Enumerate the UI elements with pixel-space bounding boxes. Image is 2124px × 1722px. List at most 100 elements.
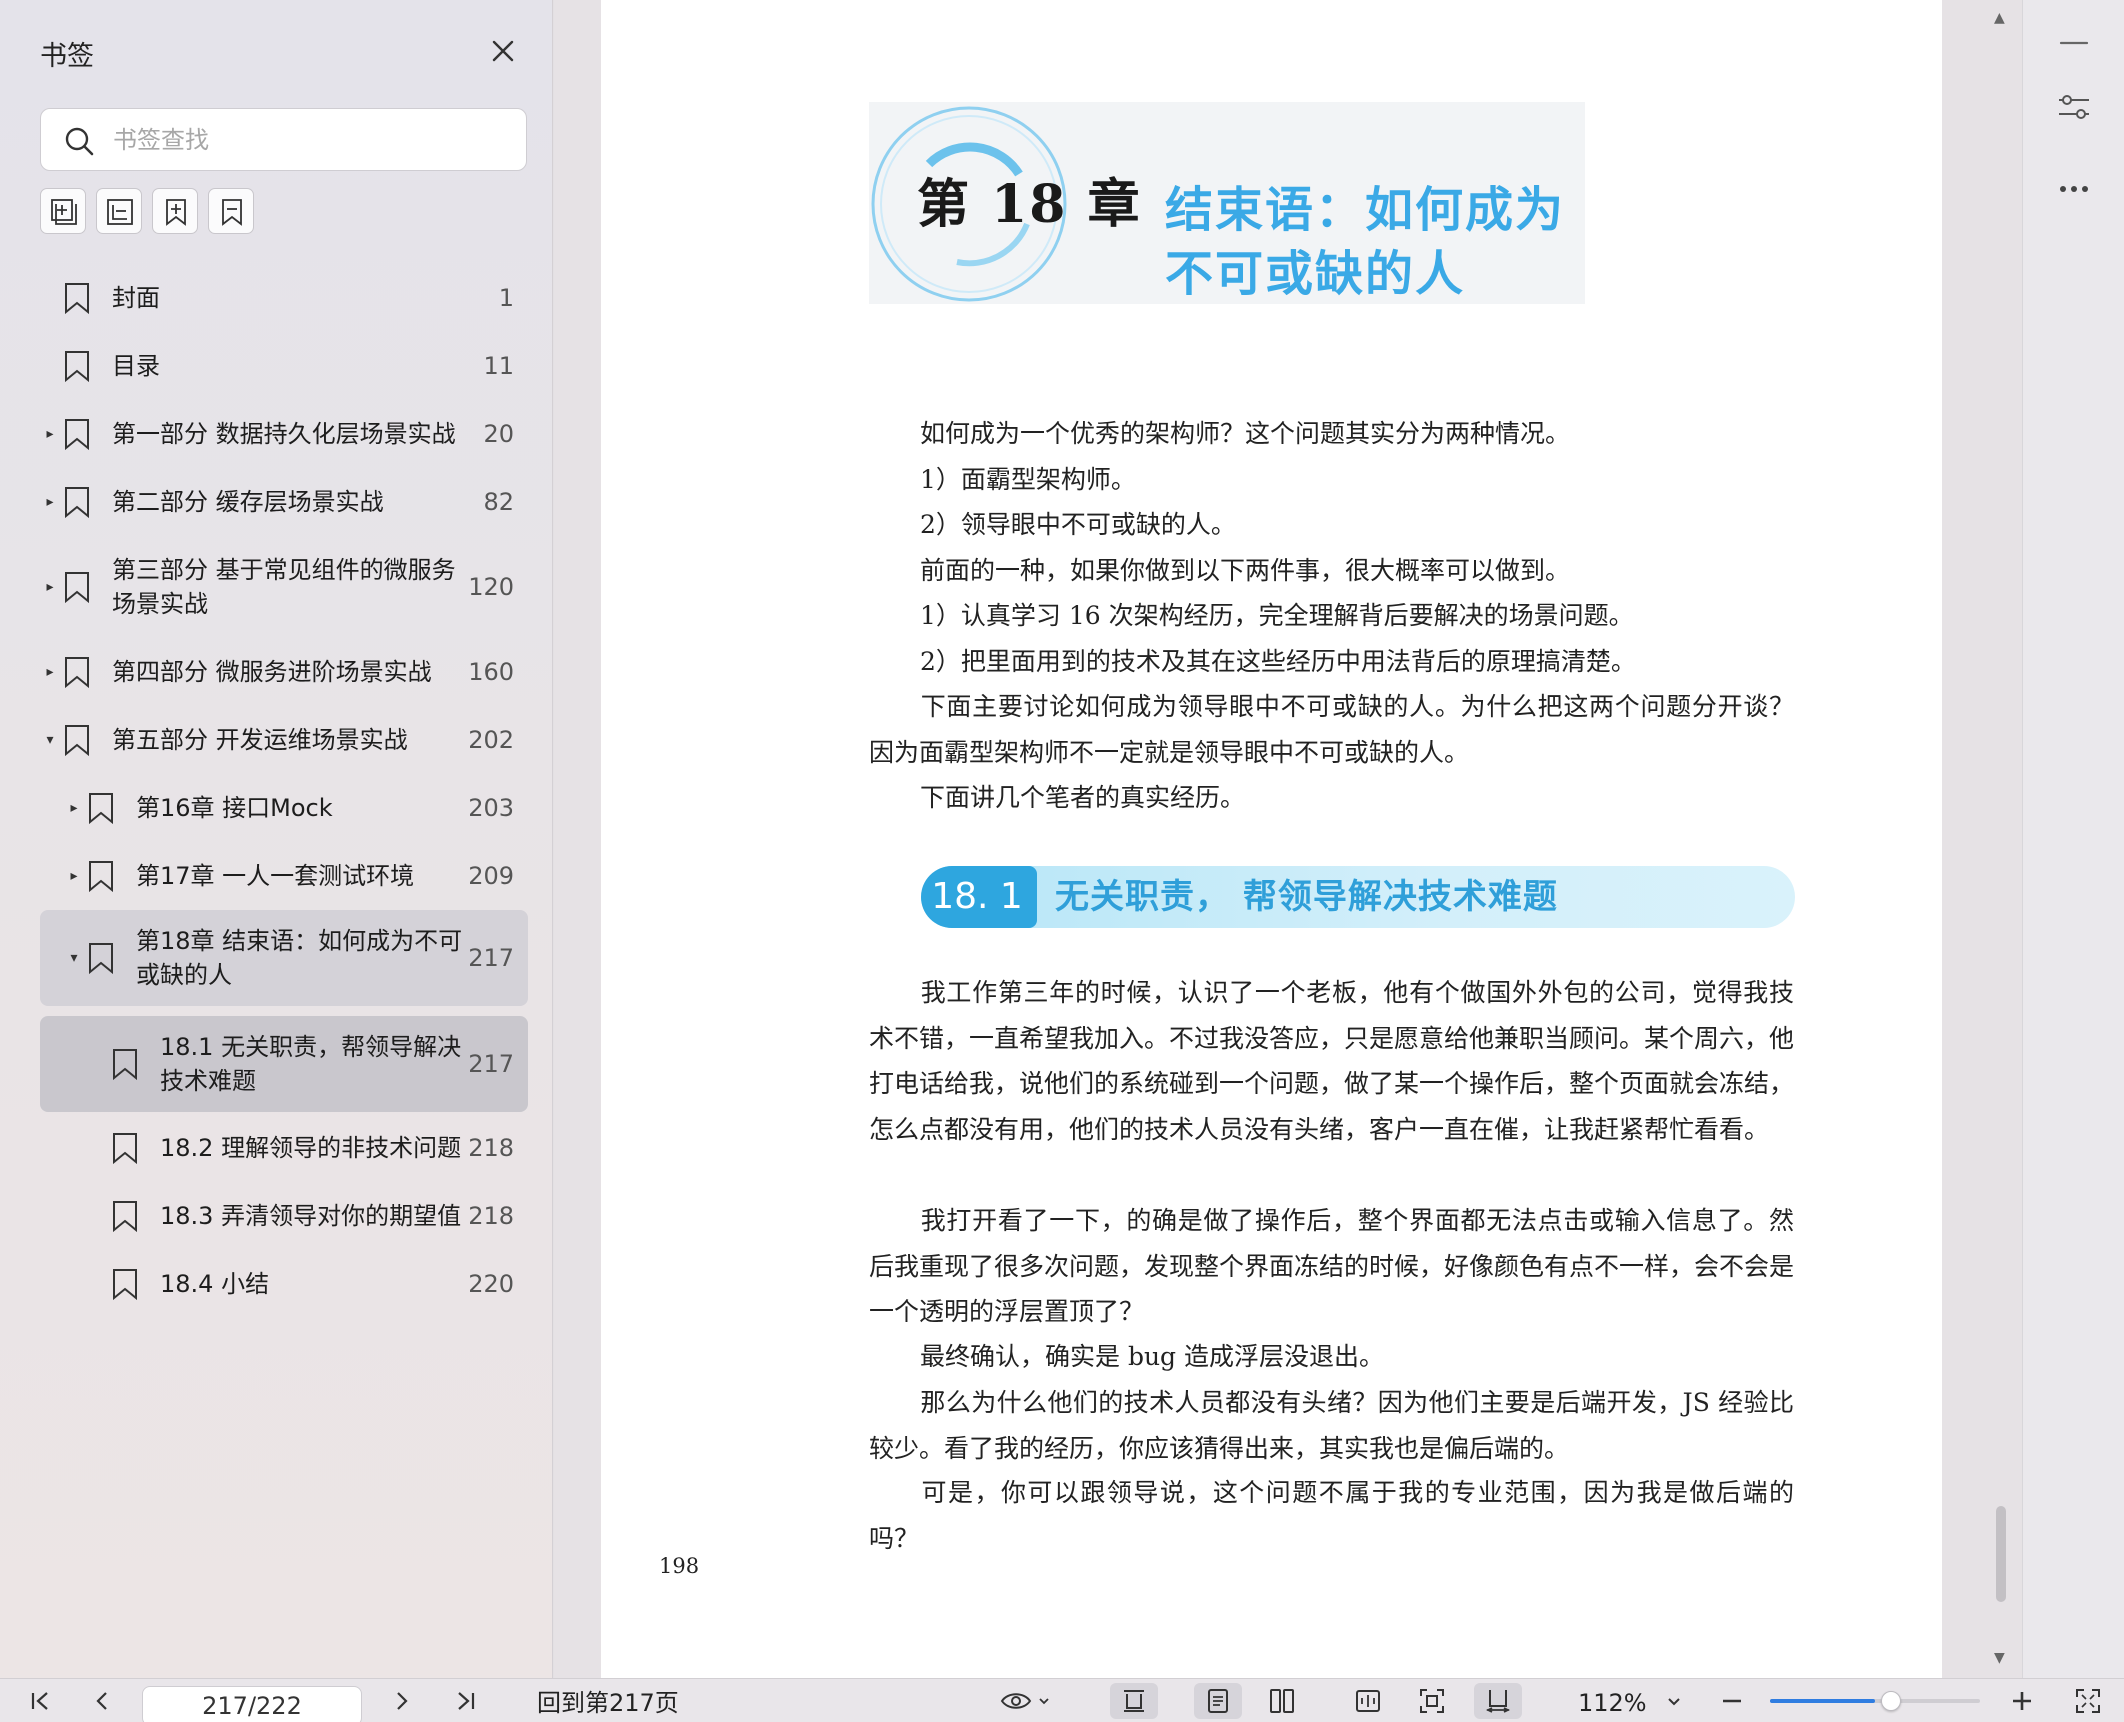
bookmark-item[interactable]: 18.2 理解领导的非技术问题 218 (40, 1114, 528, 1182)
bookmark-item[interactable]: ▸ 第17章 一人一套测试环境 209 (40, 842, 528, 910)
zoom-out-button[interactable] (1714, 1683, 1750, 1719)
expand-arrow-icon[interactable]: ▸ (66, 842, 82, 910)
book-mode-button[interactable] (1346, 1683, 1390, 1719)
add-bookmark-button[interactable] (152, 188, 198, 234)
zoom-in-button[interactable] (2004, 1683, 2040, 1719)
bookmark-search-input[interactable] (113, 117, 513, 163)
two-page-icon (1270, 1689, 1294, 1713)
bookmark-item[interactable]: ▸ 第四部分 微服务进阶场景实战 160 (40, 638, 528, 706)
expand-arrow-icon[interactable]: ▸ (42, 400, 58, 468)
bookmark-icon (89, 861, 113, 892)
bookmark-page-number: 220 (468, 1270, 514, 1298)
expand-all-icon (51, 199, 77, 225)
chapter-title-line1: 结束语：如何成为 (1165, 182, 1566, 238)
page-number-input[interactable] (142, 1686, 362, 1722)
bookmark-label: 第一部分 数据持久化层场景实战 (112, 417, 456, 451)
settings-sliders-icon[interactable] (2051, 84, 2097, 130)
bookmark-label-line: 场景实战 (112, 590, 208, 618)
collapse-all-button[interactable] (96, 188, 142, 234)
bookmark-label-line: 18.4 小结 (160, 1270, 270, 1298)
zoom-dropdown-button[interactable] (1660, 1683, 1688, 1719)
paragraph: 如何成为一个优秀的架构师？这个问题其实分为两种情况。 (869, 411, 1794, 457)
bookmark-label: 18.1 无关职责，帮领导解决 技术难题 (160, 1030, 461, 1098)
single-page-icon (1208, 1689, 1228, 1713)
collapse-arrow-icon[interactable]: ▾ (42, 706, 58, 774)
view-mode-button[interactable] (996, 1683, 1056, 1719)
bookmark-page-number: 82 (483, 488, 514, 516)
first-page-icon (31, 1692, 48, 1710)
bookmark-item[interactable]: ▾ 第五部分 开发运维场景实战 202 (40, 706, 528, 774)
bookmark-item[interactable]: ▸ 第三部分 基于常见组件的微服务 场景实战 120 (40, 536, 528, 638)
zoom-slider-knob[interactable] (1881, 1691, 1901, 1711)
chevron-down-icon (1668, 1698, 1680, 1706)
expand-arrow-icon[interactable]: ▸ (42, 468, 58, 536)
single-page-button[interactable] (1194, 1683, 1242, 1719)
expand-arrow-icon[interactable]: ▸ (42, 638, 58, 706)
eye-icon (1000, 1693, 1049, 1709)
next-page-button[interactable] (384, 1683, 420, 1719)
go-to-page-link[interactable]: 回到第217页 (537, 1684, 679, 1722)
paragraph-text: 我打开看了一下，的确是做了操作后，整个界面都无法点击或输入信息了。然后我重现了很… (869, 1206, 1795, 1326)
bookmark-label: 第17章 一人一套测试环境 (136, 859, 414, 893)
fullscreen-button[interactable] (2068, 1683, 2108, 1719)
bookmark-page-number: 218 (468, 1202, 514, 1230)
bookmark-label: 第五部分 开发运维场景实战 (112, 723, 408, 757)
scroll-down-arrow-icon[interactable]: ▼ (1994, 1650, 2005, 1666)
fullscreen-icon (2076, 1689, 2100, 1713)
chapter-banner: 第 18 章 结束语：如何成为 不可或缺的人 (869, 102, 1585, 304)
paragraph-text: 最终确认，确实是 bug 造成浮层没退出。 (920, 1342, 1385, 1371)
last-page-button[interactable] (448, 1683, 484, 1719)
bookmark-label-line: 18.2 理解领导的非技术问题 (160, 1134, 462, 1162)
fit-page-button[interactable] (1410, 1683, 1454, 1719)
previous-page-button[interactable] (84, 1683, 120, 1719)
bookmark-label-line: 第18章 结束语：如何成为不可 (136, 927, 463, 955)
zoom-slider-fill (1770, 1699, 1875, 1703)
bookmark-sidebar: 书签 书签查找 封面 1 目录 11 ▸ 第一部分 数据持久化层场景实战 20 … (0, 0, 553, 1678)
scrollbar-thumb[interactable] (1996, 1506, 2006, 1602)
document-page: 第 18 章 结束语：如何成为 不可或缺的人 如何成为一个优秀的架构师？这个问题… (601, 0, 1942, 1678)
fit-width-button[interactable] (1110, 1683, 1158, 1719)
bookmark-item[interactable]: ▾ 第18章 结束语：如何成为不可 或缺的人 217 (40, 910, 528, 1006)
zoom-slider[interactable] (1770, 1691, 1980, 1711)
bookmark-item[interactable]: 18.3 弄清领导对你的期望值 218 (40, 1182, 528, 1250)
expand-arrow-icon[interactable]: ▸ (66, 774, 82, 842)
chevron-left-icon (96, 1692, 107, 1710)
section-number: 18. 1 (931, 876, 1023, 917)
bookmark-item[interactable]: ▸ 第16章 接口Mock 203 (40, 774, 528, 842)
expand-arrow-icon[interactable]: ▸ (42, 536, 58, 638)
bookmark-search-box[interactable] (40, 108, 527, 171)
vertical-scrollbar[interactable]: ▲ ▼ (1986, 0, 2016, 1678)
bookmark-label: 第18章 结束语：如何成为不可 或缺的人 (136, 924, 462, 992)
plus-icon (2013, 1692, 2031, 1710)
minimize-icon[interactable] (2051, 20, 2097, 66)
paragraph-text: 我工作第三年的时候，认识了一个老板，他有个做国外外包的公司，觉得我技术不错，一直… (869, 978, 1795, 1144)
last-page-icon (458, 1692, 475, 1710)
more-options-icon[interactable] (2051, 166, 2097, 212)
bookmark-item[interactable]: 18.4 小结 220 (40, 1250, 528, 1318)
first-page-button[interactable] (22, 1683, 58, 1719)
bookmark-item[interactable]: ▸ 第一部分 数据持久化层场景实战 20 (40, 400, 528, 468)
continuous-scroll-button[interactable] (1474, 1683, 1522, 1719)
bookmark-item[interactable]: 封面 1 (40, 264, 528, 332)
bookmark-icon (89, 943, 113, 974)
scroll-up-arrow-icon[interactable]: ▲ (1994, 10, 2005, 26)
right-tool-rail (2022, 0, 2124, 1678)
paragraph: 那么为什么他们的技术人员都没有头绪？因为他们主要是后端开发，JS 经验比较少。看… (869, 1380, 1794, 1471)
bookmark-item[interactable]: 目录 11 (40, 332, 528, 400)
expand-all-button[interactable] (40, 188, 86, 234)
bookmark-label-line: 封面 (112, 284, 160, 312)
two-page-button[interactable] (1258, 1683, 1306, 1719)
zoom-level[interactable]: 112% (1578, 1684, 1647, 1722)
paragraph: 可是，你可以跟领导说，这个问题不属于我的专业范围，因为我是做后端的吗？ (869, 1470, 1794, 1561)
bookmark-label-line: 18.1 无关职责，帮领导解决 (160, 1033, 462, 1061)
bookmark-page-number: 20 (483, 420, 514, 448)
bookmark-icon (65, 283, 89, 314)
collapse-arrow-icon[interactable]: ▾ (66, 910, 82, 1006)
collapse-all-icon (107, 199, 133, 225)
close-icon[interactable] (486, 34, 520, 68)
bookmark-item[interactable]: ▸ 第二部分 缓存层场景实战 82 (40, 468, 528, 536)
bookmark-icon (113, 1133, 137, 1164)
bookmark-item[interactable]: 18.1 无关职责，帮领导解决 技术难题 217 (40, 1016, 528, 1112)
bookmark-button[interactable] (208, 188, 254, 234)
paragraph-text: 1）认真学习 16 次架构经历，完全理解背后要解决的场景问题。 (920, 601, 1634, 630)
